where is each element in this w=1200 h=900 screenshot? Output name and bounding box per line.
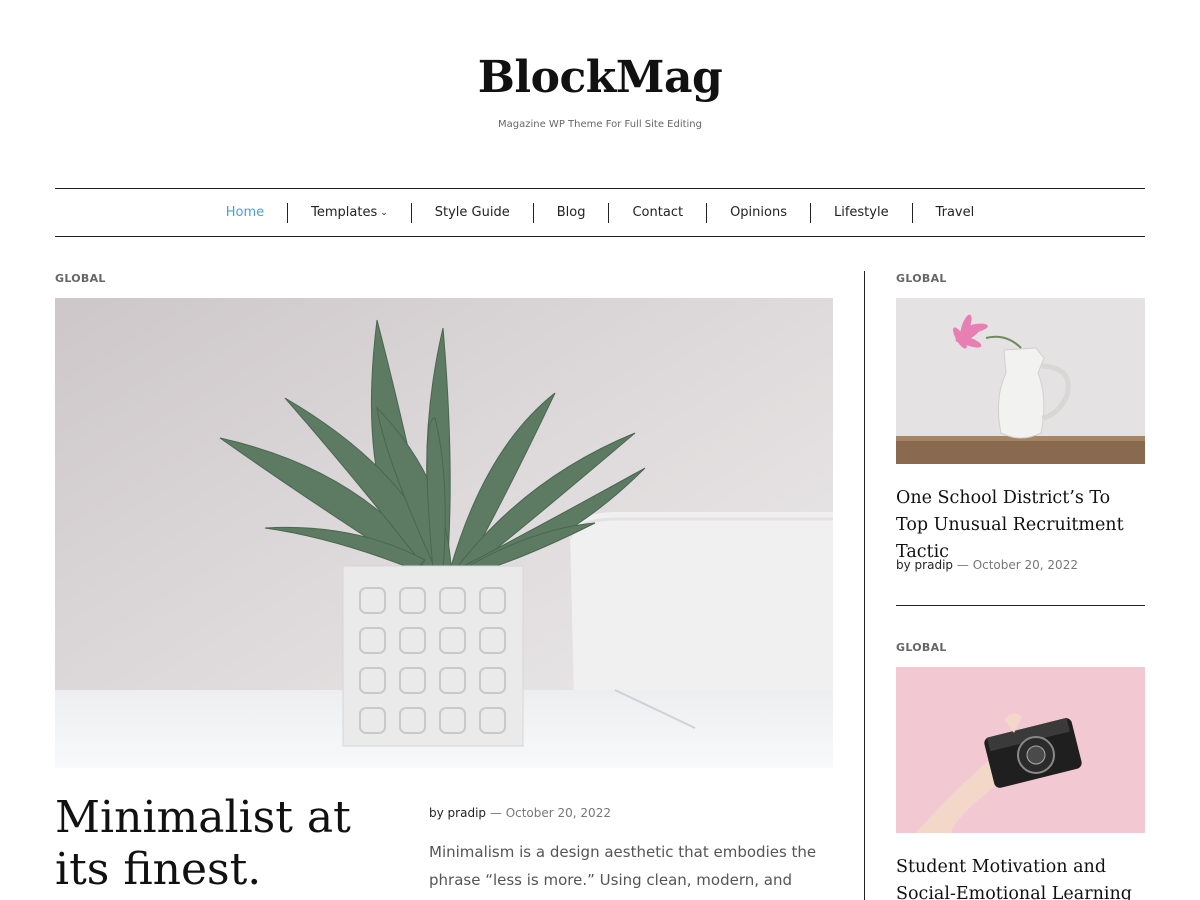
main-navigation: Home Templates ⌄ Style Guide Blog Contact… [55, 188, 1145, 237]
nav-item-label: Travel [935, 204, 975, 220]
nav-item-label: Style Guide [434, 204, 510, 220]
sidebar-post-title[interactable]: Student Motivation and Social-Emotional … [896, 854, 1146, 900]
nav-item-travel[interactable]: Travel [911, 202, 998, 223]
featured-title[interactable]: Minimalist at its finest. [55, 792, 415, 896]
nav-item-label: Opinions [730, 204, 787, 220]
featured-meta: by pradip — October 20, 2022 [429, 806, 611, 820]
sidebar-post-category[interactable]: GLOBAL [896, 641, 947, 654]
featured-category[interactable]: GLOBAL [55, 272, 106, 285]
post-date[interactable]: October 20, 2022 [506, 806, 611, 820]
nav-item-blog[interactable]: Blog [532, 202, 609, 223]
sidebar-post-image[interactable] [896, 298, 1145, 464]
sidebar-divider [896, 605, 1145, 606]
author-prefix: by [429, 806, 444, 820]
site-title[interactable]: BlockMag [0, 52, 1200, 103]
sidebar-post-meta: by pradip — October 20, 2022 [896, 558, 1078, 572]
featured-excerpt: Minimalism is a design aesthetic that em… [429, 843, 817, 900]
nav-item-label: Home [225, 204, 265, 220]
date-separator: — [956, 558, 969, 572]
post-date[interactable]: October 20, 2022 [973, 558, 1078, 572]
sidebar-post-category[interactable]: GLOBAL [896, 272, 947, 285]
featured-image[interactable] [55, 298, 833, 768]
nav-item-contact[interactable]: Contact [608, 202, 706, 223]
column-divider [864, 271, 865, 900]
nav-item-style-guide[interactable]: Style Guide [410, 202, 533, 223]
chevron-down-icon: ⌄ [380, 207, 388, 218]
author-link[interactable]: pradip [915, 558, 953, 572]
nav-item-home[interactable]: Home [203, 203, 287, 223]
sidebar-post-image[interactable] [896, 667, 1145, 833]
nav-item-templates[interactable]: Templates ⌄ [287, 202, 411, 223]
site-tagline: Magazine WP Theme For Full Site Editing [498, 119, 702, 130]
sidebar-post-title[interactable]: One School District’s To Top Unusual Rec… [896, 485, 1146, 566]
nav-item-opinions[interactable]: Opinions [706, 202, 810, 223]
author-link[interactable]: pradip [448, 806, 486, 820]
date-separator: — [489, 806, 502, 820]
nav-item-label: Templates [311, 204, 378, 220]
nav-item-lifestyle[interactable]: Lifestyle [809, 202, 912, 223]
nav-item-label: Contact [632, 204, 684, 220]
nav-item-label: Lifestyle [833, 204, 889, 220]
nav-item-label: Blog [556, 204, 586, 220]
author-prefix: by [896, 558, 911, 572]
